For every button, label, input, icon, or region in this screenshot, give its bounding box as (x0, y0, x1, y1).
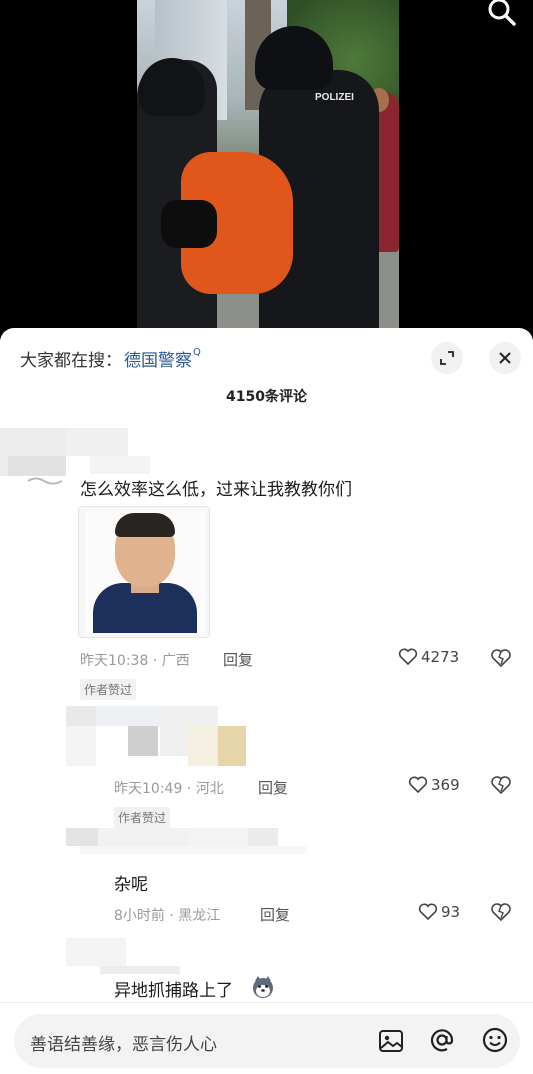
blurred-avatar-lower (8, 456, 66, 476)
trending-search[interactable]: 大家都在搜： 德国警察 Q (20, 344, 201, 372)
comment-meta: 昨天10:38 · 广西 (80, 653, 190, 669)
photo-hair (115, 513, 175, 537)
trending-search-mark: Q (193, 346, 201, 358)
blurred-username-lower (90, 456, 150, 474)
like-count: 4273 (421, 648, 460, 666)
blurred-username-2 (188, 828, 248, 846)
video-frame: POLIZEI (137, 0, 399, 335)
broken-heart-icon[interactable] (490, 902, 512, 922)
blurred-content (66, 726, 96, 766)
blurred-username (66, 428, 128, 456)
blurred-username-2 (160, 706, 218, 726)
emoji-icon[interactable] (481, 1026, 509, 1054)
reply-button[interactable]: 回复 (258, 777, 288, 798)
broken-heart-icon[interactable] (490, 775, 512, 795)
blurred-avatar (66, 938, 126, 966)
reply-button[interactable]: 回复 (223, 649, 253, 670)
video-police-text: POLIZEI (315, 92, 354, 103)
expand-icon (440, 351, 454, 365)
at-icon[interactable] (428, 1026, 456, 1054)
author-liked-badge: 作者赞过 (80, 679, 137, 700)
like-count: 369 (431, 776, 460, 794)
like-count: 93 (441, 903, 461, 921)
blurred-username (100, 966, 180, 974)
blurred-content-3 (160, 726, 190, 756)
blurred-avatar (66, 706, 96, 726)
comment-meta: 昨天10:49 · 河北 (114, 781, 224, 797)
heart-icon (398, 648, 418, 666)
blurred-content-5 (218, 726, 246, 766)
video-player[interactable]: POLIZEI (0, 0, 533, 340)
broken-heart-icon[interactable] (490, 648, 512, 668)
trending-search-term[interactable]: 德国警察 (124, 346, 192, 371)
video-boot (161, 200, 217, 248)
comment-input-placeholder: 善语结善缘，恶言伤人心 (30, 1035, 217, 1055)
heart-icon (418, 903, 438, 921)
blurred-username-lower (80, 846, 306, 854)
like-button[interactable]: 93 (418, 903, 460, 921)
comment-text: 怎么效率这么低，过来让我教教你们 (80, 480, 352, 500)
expand-button[interactable] (431, 342, 463, 374)
author-liked-badge: 作者赞过 (114, 807, 171, 828)
image-icon[interactable] (377, 1027, 405, 1055)
reply-arrow-icon (27, 477, 63, 485)
trending-search-prefix: 大家都在搜： (20, 350, 122, 371)
blurred-content-4 (188, 726, 218, 766)
search-icon[interactable] (486, 0, 518, 28)
husky-emoji-icon (253, 976, 273, 998)
close-button[interactable] (489, 342, 521, 374)
comment-count: 4150条评论 (226, 389, 307, 405)
comment-meta: 8小时前 · 黑龙江 (114, 908, 221, 924)
blurred-username (98, 828, 188, 846)
blurred-username-3 (248, 828, 278, 846)
heart-icon (408, 776, 428, 794)
reply-button[interactable]: 回复 (260, 904, 290, 925)
video-helmet-left (139, 58, 205, 116)
input-divider (0, 1002, 533, 1003)
comment-text: 杂呢 (114, 875, 148, 895)
like-button[interactable]: 4273 (398, 648, 459, 666)
blurred-avatar (66, 828, 98, 846)
comment-photo[interactable] (78, 506, 210, 638)
comment-text: 异地抓捕路上了 (114, 981, 233, 1001)
blurred-username (96, 706, 160, 726)
close-icon (499, 352, 511, 364)
blurred-content-2 (128, 726, 158, 756)
like-button[interactable]: 369 (408, 776, 460, 794)
